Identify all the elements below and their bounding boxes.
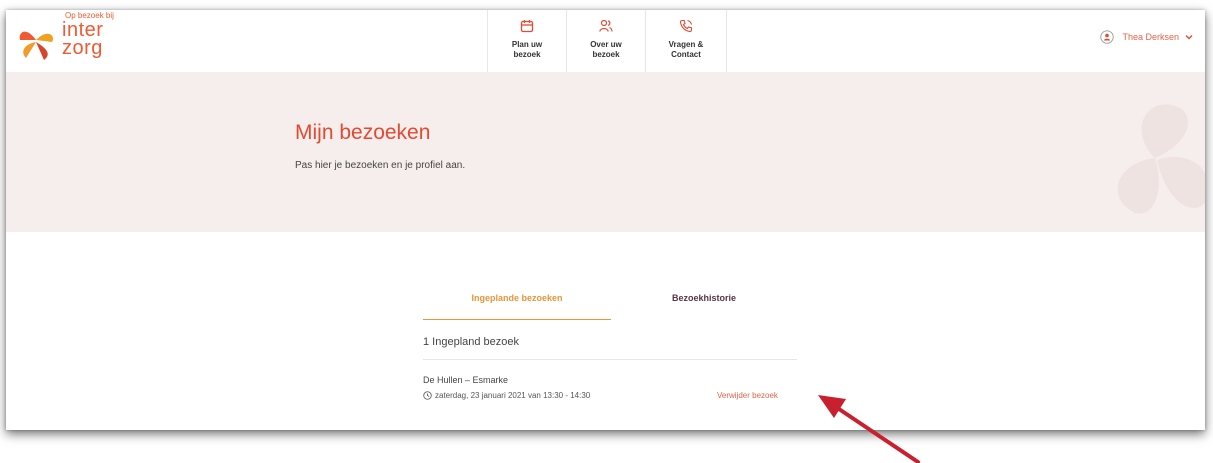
- clock-icon: [423, 391, 432, 400]
- nav-questions-contact[interactable]: Vragen & Contact: [646, 10, 727, 72]
- nav-about-visit[interactable]: Over uw bezoek: [567, 10, 646, 72]
- page-subtitle: Pas hier je bezoeken en je profiel aan.: [295, 160, 466, 171]
- chevron-down-icon: [1185, 35, 1193, 40]
- user-name: Thea Derksen: [1122, 32, 1179, 42]
- remove-visit-link[interactable]: Verwijder bezoek: [717, 391, 778, 400]
- tab-visit-history[interactable]: Bezoekhistorie: [611, 293, 797, 319]
- calendar-icon: [520, 20, 534, 33]
- visit-datetime: zaterdag, 23 januari 2021 van 13:30 - 14…: [423, 391, 590, 400]
- nav-plan-visit[interactable]: Plan uw bezoek: [488, 10, 567, 72]
- tab-planned-visits[interactable]: Ingeplande bezoeken: [423, 293, 611, 320]
- user-avatar-icon: [1100, 30, 1115, 44]
- page-title: Mijn bezoeken: [295, 121, 431, 144]
- page-hero: Mijn bezoeken Pas hier je bezoeken en je…: [6, 72, 1205, 232]
- top-navigation-bar: Op bezoek bij inter zorg Plan uw bezoek …: [6, 10, 1205, 73]
- users-icon: [599, 19, 613, 32]
- nav-plan-visit-label: Plan uw bezoek: [511, 40, 543, 59]
- nav-questions-contact-label: Vragen & Contact: [668, 40, 704, 59]
- decorative-flower-icon: [1117, 104, 1205, 214]
- visit-location: De Hullen – Esmarke: [423, 375, 509, 385]
- logo-word-zorg: zorg: [62, 37, 103, 59]
- nav-about-visit-label: Over uw bezoek: [590, 40, 622, 59]
- planned-visits-count: 1 Ingepland bezoek: [423, 336, 520, 348]
- divider: [423, 359, 797, 360]
- flower-logo-icon: [19, 31, 54, 60]
- visits-tabs: Ingeplande bezoeken Bezoekhistorie: [423, 293, 797, 320]
- interzorg-logo[interactable]: Op bezoek bij inter zorg: [12, 10, 132, 70]
- visit-datetime-text: zaterdag, 23 januari 2021 van 13:30 - 14…: [435, 391, 591, 400]
- phone-icon: [679, 19, 693, 33]
- main-nav: Plan uw bezoek Over uw bezoek Vragen & C…: [487, 10, 727, 72]
- browser-window: Op bezoek bij inter zorg Plan uw bezoek …: [6, 10, 1205, 430]
- user-menu[interactable]: Thea Derksen: [1100, 30, 1193, 44]
